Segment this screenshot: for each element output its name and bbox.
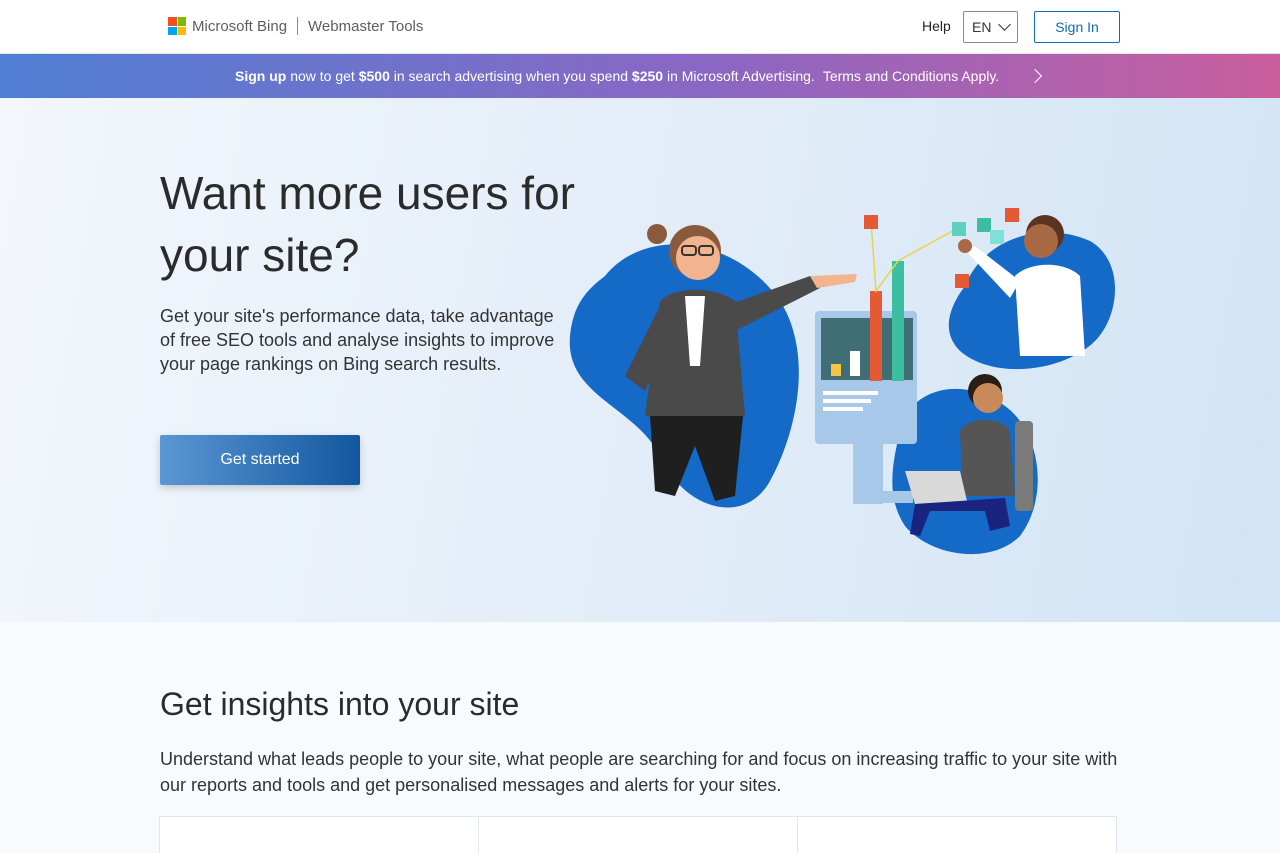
promo-text-part: now to get — [286, 68, 359, 84]
hero-description: Get your site's performance data, take a… — [160, 306, 555, 374]
feature-card[interactable] — [479, 816, 798, 853]
insights-description: Understand what leads people to your sit… — [160, 749, 1118, 795]
sign-in-button[interactable]: Sign In — [1034, 11, 1120, 43]
chevron-right-icon[interactable] — [1027, 68, 1043, 84]
product-name: Webmaster Tools — [308, 17, 424, 35]
hero-section: Want more users for your site? Get your … — [0, 98, 1280, 622]
top-header: Microsoft Bing Webmaster Tools Help EN S… — [0, 0, 1280, 54]
signup-label: Sign up — [235, 68, 287, 84]
promo-text: Sign up now to get $500 in search advert… — [235, 68, 999, 84]
chevron-down-icon — [998, 18, 1011, 31]
feature-card[interactable] — [798, 816, 1117, 853]
promo-text-part: in search advertising when you spend — [389, 68, 632, 84]
hero-illustration — [569, 208, 1115, 555]
hero-title: Want more users for your site? — [160, 167, 575, 281]
help-link[interactable]: Help — [922, 18, 951, 34]
insights-title: Get insights into your site — [160, 686, 520, 722]
promo-text-part: in Microsoft Advertising. — [663, 68, 815, 84]
brand-name: Microsoft Bing — [192, 17, 288, 35]
insights-section: Get insights into your site Understand w… — [0, 622, 1280, 853]
get-started-button[interactable]: Get started — [160, 435, 360, 485]
language-select[interactable]: EN — [963, 11, 1018, 43]
promo-amount-spend: $250 — [631, 68, 664, 84]
terms-link[interactable]: Terms and Conditions Apply. — [823, 68, 999, 84]
brand-divider — [297, 17, 299, 35]
feature-card[interactable] — [159, 816, 479, 853]
brand-logo-link[interactable]: Microsoft Bing Webmaster Tools — [168, 16, 423, 36]
promo-amount-credit: $500 — [358, 68, 390, 84]
promo-banner[interactable]: Sign up now to get $500 in search advert… — [0, 54, 1280, 98]
microsoft-logo-icon — [168, 17, 186, 35]
language-value: EN — [972, 19, 992, 35]
feature-cards — [159, 816, 1117, 853]
